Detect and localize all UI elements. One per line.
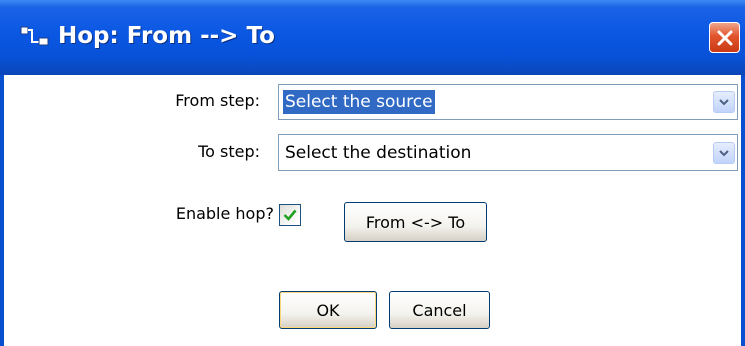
from-step-value: Select the source: [283, 90, 435, 114]
close-icon: [717, 30, 732, 45]
to-step-value: Select the destination: [285, 142, 472, 163]
window-border-left: [0, 75, 4, 346]
from-step-label: From step:: [175, 91, 260, 110]
to-step-dropdown-button[interactable]: [713, 141, 735, 164]
hop-dialog: Hop: From --> To From step: Select the s…: [0, 0, 745, 346]
window-title: Hop: From --> To: [58, 23, 275, 49]
close-button[interactable]: [709, 22, 740, 53]
swap-from-to-button[interactable]: From <-> To: [344, 202, 487, 242]
from-step-dropdown-button[interactable]: [713, 91, 735, 113]
ok-button[interactable]: OK: [279, 291, 377, 329]
to-step-select[interactable]: Select the destination: [278, 134, 738, 171]
chevron-down-icon: [719, 99, 729, 106]
enable-hop-label: Enable hop?: [175, 204, 274, 223]
chevron-down-icon: [719, 149, 729, 156]
hop-icon: [20, 26, 49, 46]
window-border-right: [741, 75, 745, 346]
to-step-label: To step:: [198, 142, 260, 161]
enable-hop-checkbox[interactable]: [279, 204, 301, 226]
from-step-select[interactable]: Select the source: [278, 84, 738, 120]
cancel-button[interactable]: Cancel: [389, 291, 490, 329]
checkmark-icon: [283, 209, 297, 221]
title-bar[interactable]: Hop: From --> To: [0, 0, 745, 75]
